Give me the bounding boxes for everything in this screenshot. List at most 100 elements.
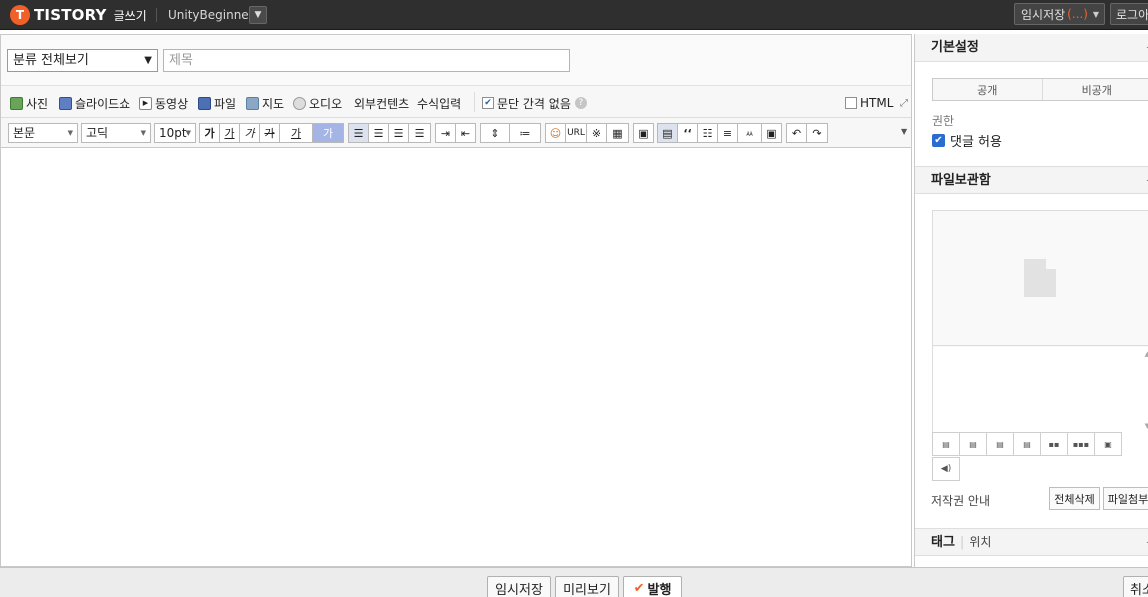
attach-file-button[interactable]: 파일첨부 — [1103, 487, 1148, 510]
toolbar-expand-icon[interactable]: ▼ — [901, 127, 907, 136]
title-row: 분류 전체보기 ▼ 제목 — [1, 35, 911, 86]
save-icon-button[interactable]: ▣ — [761, 123, 782, 143]
italic-button[interactable]: 가 — [239, 123, 260, 143]
preview-button[interactable]: 미리보기 — [555, 576, 619, 597]
private-option[interactable]: 비공개 — [1041, 79, 1148, 100]
formula-button[interactable]: 수식입력 — [417, 95, 461, 111]
undo-button[interactable]: ↶ — [786, 123, 807, 143]
redo-button[interactable]: ↷ — [806, 123, 828, 143]
more-button[interactable]: ≡ — [717, 123, 738, 143]
file-button[interactable]: 파일 — [198, 95, 236, 111]
settings-sidebar: 기본설정 - 공개 비공개 권한 ✔ 댓글 허용 파일보관함 - ▲ ▼ ▤ ▤… — [914, 34, 1148, 567]
external-content-button[interactable]: 외부컨텐츠 — [354, 95, 409, 111]
chevron-down-icon: ▼ — [67, 129, 73, 137]
bold-button[interactable]: 가 — [199, 123, 220, 143]
editor-panel: 분류 전체보기 ▼ 제목 사진 슬라이드쇼 ▶ 동영상 파일 지도 오디오 외부… — [0, 34, 912, 567]
special-char-button[interactable]: ※ — [586, 123, 607, 143]
quote-button[interactable]: ‘‘ — [677, 123, 698, 143]
block-style-value: 본문 — [13, 126, 36, 140]
external-content-label: 외부컨텐츠 — [354, 96, 410, 111]
chevron-down-icon: ▼ — [140, 129, 146, 137]
outdent-button[interactable]: ⇤ — [455, 123, 476, 143]
delete-all-button[interactable]: 전체삭제 — [1049, 487, 1100, 510]
box-button[interactable]: ▣ — [633, 123, 654, 143]
audio-insert-button[interactable]: ◀) — [932, 457, 960, 481]
save-draft-button[interactable]: 임시저장 — [487, 576, 551, 597]
photo-icon — [10, 96, 23, 110]
blog-name[interactable]: UnityBeginner — [168, 8, 254, 22]
two-column-icon: ▪▪ — [1048, 439, 1060, 449]
paragraph-gap-toggle[interactable]: ✔ 문단 간격 없음 ? — [482, 95, 587, 111]
strikethrough-button[interactable]: 가 — [259, 123, 280, 143]
divider-line-button[interactable]: ☷ — [697, 123, 718, 143]
blog-dropdown-button[interactable]: ▼ — [249, 6, 267, 24]
speaker-icon: ◀) — [940, 464, 952, 474]
divider — [474, 92, 475, 112]
align-center-button[interactable]: ☰ — [368, 123, 389, 143]
tistory-logo[interactable]: T TISTORY 글쓰기 — [10, 5, 147, 25]
file-storage-title: 파일보관함 — [931, 173, 991, 188]
slideshow-button[interactable]: 슬라이드쇼 — [59, 95, 130, 111]
fullscreen-icon[interactable]: ⤢ — [900, 95, 908, 111]
public-option[interactable]: 공개 — [933, 79, 1042, 100]
top-divider — [156, 8, 157, 22]
title-input[interactable]: 제목 — [163, 49, 570, 72]
align-right-button[interactable]: ☰ — [388, 123, 409, 143]
indent-button[interactable]: ⇥ — [435, 123, 456, 143]
special-text-button[interactable]: ㅆ — [737, 123, 762, 143]
map-button[interactable]: 지도 — [246, 95, 284, 111]
logout-button[interactable]: 로그아웃 — [1110, 3, 1148, 25]
photo-button[interactable]: 사진 — [10, 95, 48, 111]
underline-button[interactable]: 가 — [219, 123, 240, 143]
audio-button[interactable]: 오디오 — [293, 95, 342, 111]
checkbox-checked-icon: ✔ — [932, 134, 945, 147]
font-select[interactable]: 고딕 ▼ — [81, 123, 151, 143]
line-height-button[interactable]: ⇕ — [480, 123, 510, 143]
list-button[interactable]: ≔ — [509, 123, 541, 143]
align-left-button[interactable]: ▤ — [932, 432, 960, 456]
tag-tab[interactable]: 태그 — [931, 535, 955, 550]
align-right-button[interactable]: ▤ — [986, 432, 1014, 456]
emoticon-button[interactable]: ☺ — [545, 123, 566, 143]
align-justify-button[interactable]: ☰ — [408, 123, 431, 143]
line-height-icon: ⇕ — [490, 126, 500, 140]
slideshow-insert-button[interactable]: ▣ — [1094, 432, 1122, 456]
draft-list-button[interactable]: 임시저장 (...) ▼ — [1014, 3, 1105, 25]
publish-button[interactable]: ✔ 발행 — [623, 576, 682, 597]
file-storage-header[interactable]: 파일보관함 - — [915, 166, 1148, 194]
align-full-button[interactable]: ▤ — [1013, 432, 1041, 456]
cancel-button[interactable]: 취소 — [1123, 576, 1148, 597]
align-center-button[interactable]: ▤ — [959, 432, 987, 456]
scroll-down-icon[interactable]: ▼ — [1145, 422, 1148, 430]
category-select[interactable]: 분류 전체보기 ▼ — [7, 49, 158, 72]
three-column-button[interactable]: ▪▪▪ — [1067, 432, 1095, 456]
permission-label: 권한 — [932, 114, 955, 128]
draft-label: 임시저장 — [1021, 7, 1066, 22]
font-size-select[interactable]: 10pt ▼ — [154, 123, 196, 143]
two-column-button[interactable]: ▪▪ — [1040, 432, 1068, 456]
basic-settings-header[interactable]: 기본설정 - — [915, 34, 1148, 62]
video-icon: ▶ — [139, 96, 152, 110]
allow-comments-checkbox[interactable]: ✔ 댓글 허용 — [932, 131, 1002, 150]
table-button[interactable]: ▦ — [606, 123, 629, 143]
text-box-button[interactable]: ▤ — [657, 123, 678, 143]
scroll-up-icon[interactable]: ▲ — [1145, 350, 1148, 358]
link-button[interactable]: URL — [565, 123, 587, 143]
file-list[interactable]: ▲ ▼ — [933, 347, 1148, 433]
location-tab[interactable]: 위치 — [969, 535, 991, 549]
html-mode-toggle[interactable]: HTML — [845, 95, 893, 111]
help-icon[interactable]: ? — [574, 97, 587, 109]
chevron-down-icon: ▼ — [144, 55, 152, 66]
font-color-button[interactable]: 가 — [279, 123, 313, 143]
content-editor[interactable] — [1, 149, 911, 566]
block-style-select[interactable]: 본문 ▼ — [8, 123, 78, 143]
document-icon — [1024, 259, 1056, 297]
checkbox-icon — [845, 97, 857, 109]
checkbox-checked-icon: ✔ — [482, 97, 494, 109]
chevron-down-icon: ▼ — [185, 129, 191, 137]
chevron-down-icon: ▼ — [254, 10, 262, 20]
video-button[interactable]: ▶ 동영상 — [139, 95, 188, 111]
align-left-button[interactable]: ☰ — [348, 123, 369, 143]
copyright-link[interactable]: 저작권 안내 — [931, 492, 990, 509]
highlight-color-button[interactable]: 가 — [312, 123, 344, 143]
